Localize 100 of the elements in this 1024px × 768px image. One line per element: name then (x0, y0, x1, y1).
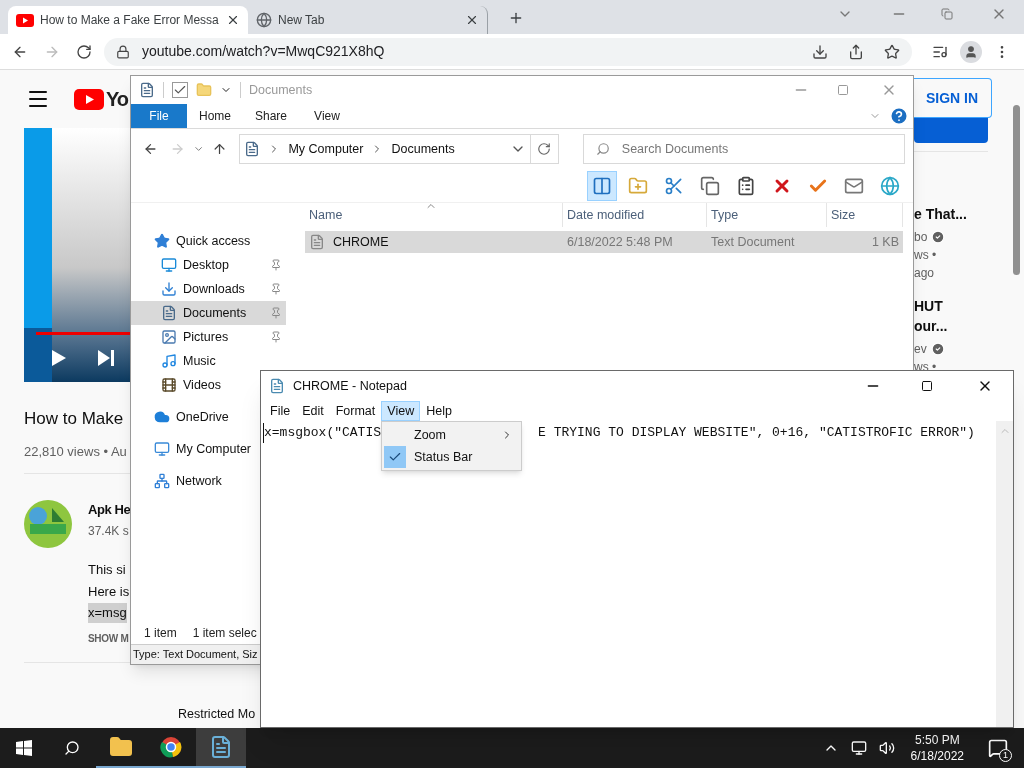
address-bar[interactable]: youtube.com/watch?v=MwqC921X8hQ (104, 37, 912, 66)
scrollbar-thumb[interactable] (1013, 105, 1020, 275)
ribbon-tab[interactable]: Home (187, 104, 243, 128)
menu-item[interactable]: Edit (296, 401, 330, 421)
browser-tab[interactable]: New Tab (248, 6, 488, 34)
maximize-icon[interactable] (921, 380, 933, 392)
video-title[interactable]: our... (914, 316, 967, 336)
globe-icon (256, 12, 272, 28)
notepad-icon (269, 378, 285, 394)
ribbon-tab[interactable]: File (131, 104, 187, 128)
panel-icon (592, 175, 612, 196)
status-text: 1 item (144, 625, 177, 642)
ribbon-tab[interactable]: View (299, 104, 355, 128)
pin-icon[interactable] (270, 331, 282, 343)
star-icon[interactable] (884, 43, 900, 60)
document-icon (161, 305, 177, 321)
windows-logo-icon (16, 740, 32, 756)
pin-icon[interactable] (270, 283, 282, 295)
profile-avatar[interactable] (960, 40, 982, 63)
copy-icon (700, 175, 720, 196)
menu-item[interactable]: Help (420, 401, 458, 421)
description-line: This si (88, 561, 126, 579)
speaker-icon[interactable] (878, 740, 895, 756)
document-icon (139, 82, 155, 98)
view-count: 22,810 views • Au (24, 442, 127, 461)
refresh-icon (537, 142, 552, 156)
clock[interactable]: 5:50 PM 6/18/2022 (906, 732, 968, 764)
monitor-icon (161, 257, 177, 273)
ribbon-tab[interactable]: Share (243, 104, 299, 128)
nav-item[interactable]: Downloads (131, 277, 286, 301)
address-bar[interactable]: My Computer Documents (239, 134, 531, 164)
nav-item[interactable]: OneDrive (131, 405, 256, 429)
notepad-taskbar-button[interactable] (196, 728, 246, 768)
lock-icon[interactable] (116, 44, 130, 59)
network-icon (154, 473, 170, 489)
film-icon (161, 377, 177, 393)
channel-avatar[interactable] (24, 500, 72, 548)
menu-item[interactable]: View (381, 401, 421, 421)
notification-button[interactable]: 1 (980, 728, 1016, 768)
nav-item[interactable]: Quick access (131, 229, 256, 253)
nav-item[interactable]: Desktop (131, 253, 286, 277)
browser-logo-icon (160, 736, 182, 758)
nav-item[interactable]: Pictures (131, 325, 286, 349)
video-title: How to Make (24, 408, 124, 430)
table-cell-text: 1 KB (870, 233, 900, 251)
scissors-icon (664, 175, 684, 196)
menu-option[interactable]: Status Bar (382, 446, 521, 468)
help-icon[interactable] (889, 106, 909, 126)
window-title: CHROME - Notepad (293, 377, 407, 395)
nav-item[interactable]: Videos (131, 373, 256, 397)
close-icon[interactable] (465, 13, 479, 27)
window-title: Documents (249, 81, 313, 99)
star-icon (154, 233, 170, 249)
tool-button[interactable] (587, 170, 617, 201)
notepad-icon (209, 735, 233, 759)
refresh-button[interactable] (530, 134, 559, 164)
menu-option[interactable]: Zoom (382, 424, 521, 446)
show-more-link[interactable]: SHOW M (88, 630, 129, 646)
site-logo-text[interactable]: Yo (106, 84, 129, 114)
breadcrumb-item[interactable]: My Computer (288, 139, 364, 159)
channel-name: ev (914, 341, 927, 358)
menu-item[interactable]: File (264, 401, 297, 421)
details-text: Type: Text Document, Siz (133, 647, 258, 663)
video-title[interactable]: HUT (914, 296, 967, 316)
nav-item[interactable]: My Computer (131, 437, 256, 461)
search-field[interactable]: Search Documents (582, 134, 905, 164)
new-tab-icon[interactable] (508, 10, 524, 26)
file-row[interactable]: CHROME 6/18/2022 5:48 PM Text Document 1 KB (305, 231, 903, 253)
channel-name[interactable]: Apk He (88, 500, 131, 520)
text-file-icon (309, 234, 325, 250)
check-icon[interactable] (172, 82, 188, 98)
column-header[interactable]: Date modified (563, 203, 707, 227)
status-text: 1 item selec (192, 625, 257, 642)
nav-item[interactable]: Network (131, 469, 256, 493)
share-icon[interactable] (848, 43, 864, 60)
column-header[interactable]: Name (305, 203, 563, 227)
close-icon[interactable] (226, 13, 240, 27)
menu-item[interactable]: Format (329, 401, 382, 421)
folder-icon (109, 735, 133, 759)
video-title[interactable]: e That... (914, 204, 967, 224)
reload-icon[interactable] (76, 43, 92, 60)
network-icon[interactable] (850, 740, 867, 756)
column-header[interactable]: Size (827, 203, 903, 227)
description-line: Here is (88, 582, 130, 601)
play-logo-icon[interactable] (74, 88, 104, 110)
text-content: E TRYING TO DISPLAY WEBSITE", 0+16, "CATISTROFIC ERROR") (538, 424, 975, 442)
pin-icon[interactable] (270, 259, 282, 271)
download-icon (161, 281, 177, 297)
nav-item[interactable]: Music (131, 349, 256, 373)
scrollbar[interactable] (996, 421, 1013, 727)
search-icon (595, 142, 610, 156)
browser-tab[interactable]: How to Make a Fake Error Messa (8, 6, 248, 34)
column-header[interactable]: Type (707, 203, 827, 227)
video-meta: ago (914, 265, 936, 282)
download-icon[interactable] (812, 43, 828, 60)
nav-item[interactable]: Documents (131, 301, 286, 325)
restricted-mode-text[interactable]: Restricted Mo (178, 704, 256, 724)
image-icon (161, 329, 177, 345)
breadcrumb-item[interactable]: Documents (391, 139, 455, 159)
search-icon (64, 740, 80, 756)
